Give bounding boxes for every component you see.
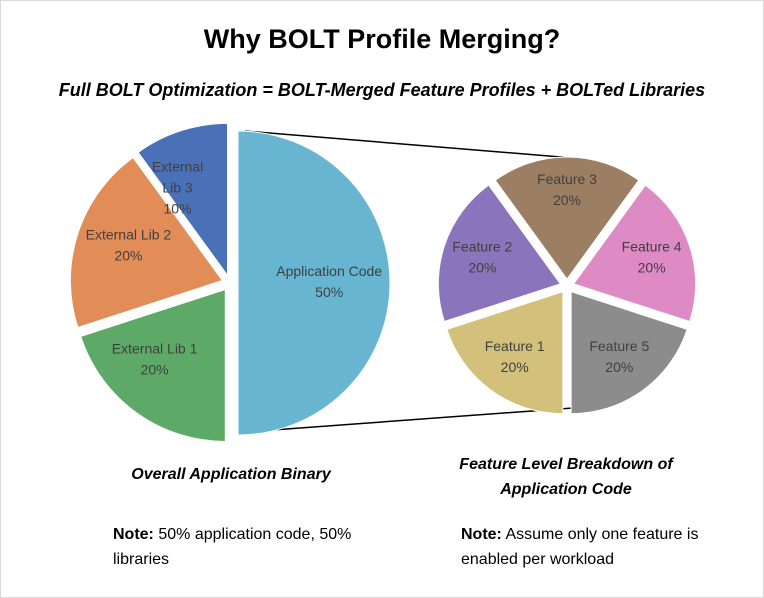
slice-value-external-lib-1: 20%	[141, 361, 169, 377]
slice-value-feature-5: 20%	[605, 359, 633, 375]
slice-label-feature-1-1: Feature 1	[485, 338, 545, 354]
pie-slice-application-code	[237, 130, 391, 436]
slice-label-feature-4-1: Feature 4	[622, 239, 682, 255]
left-pie-caption: Overall Application Binary	[131, 466, 331, 483]
slice-label-external-lib-2-1: External Lib 2	[86, 227, 172, 243]
right-pie-caption: Feature Level Breakdown of Application C…	[406, 452, 726, 502]
note-left: Note: 50% application code, 50% librarie…	[113, 522, 393, 572]
note-right-label: Note:	[461, 526, 502, 543]
slice-value-external-lib-3: 10%	[164, 200, 192, 216]
note-right: Note: Assume only one feature is enabled…	[461, 522, 751, 572]
slice-label-feature-2-1: Feature 2	[452, 239, 512, 255]
slice-label-feature-3-1: Feature 3	[537, 171, 597, 187]
pie-charts-canvas: Application Code 50% External Lib 1 20% Exte…	[69, 122, 697, 442]
slice-value-feature-1: 20%	[501, 359, 529, 375]
slice-label-external-lib-3-1: External	[152, 158, 203, 174]
slice-value-external-lib-2: 20%	[114, 248, 142, 264]
chart-frame: Why BOLT Profile Merging? Full BOLT Opti…	[0, 0, 764, 598]
slice-label-feature-5-1: Feature 5	[589, 338, 649, 354]
slice-value-feature-3: 20%	[553, 192, 581, 208]
note-left-label: Note:	[113, 526, 154, 543]
slice-label-external-lib-1-1: External Lib 1	[112, 340, 198, 356]
pie-overall-binary: Application Code 50% External Lib 1 20% Exte…	[69, 122, 391, 442]
slice-value-application-code: 50%	[315, 284, 343, 300]
pie-feature-breakdown: Feature 3 20% Feature 4 20% Feature 5 20% Feat…	[437, 156, 697, 415]
slice-label-external-lib-3-2: Lib 3	[162, 179, 193, 195]
slice-value-feature-2: 20%	[468, 260, 496, 276]
slice-label-application-code-1: Application Code	[276, 263, 382, 279]
slice-value-feature-4: 20%	[638, 260, 666, 276]
right-caption-line-2: Application Code	[500, 481, 632, 498]
right-caption-line-1: Feature Level Breakdown of	[459, 456, 673, 473]
